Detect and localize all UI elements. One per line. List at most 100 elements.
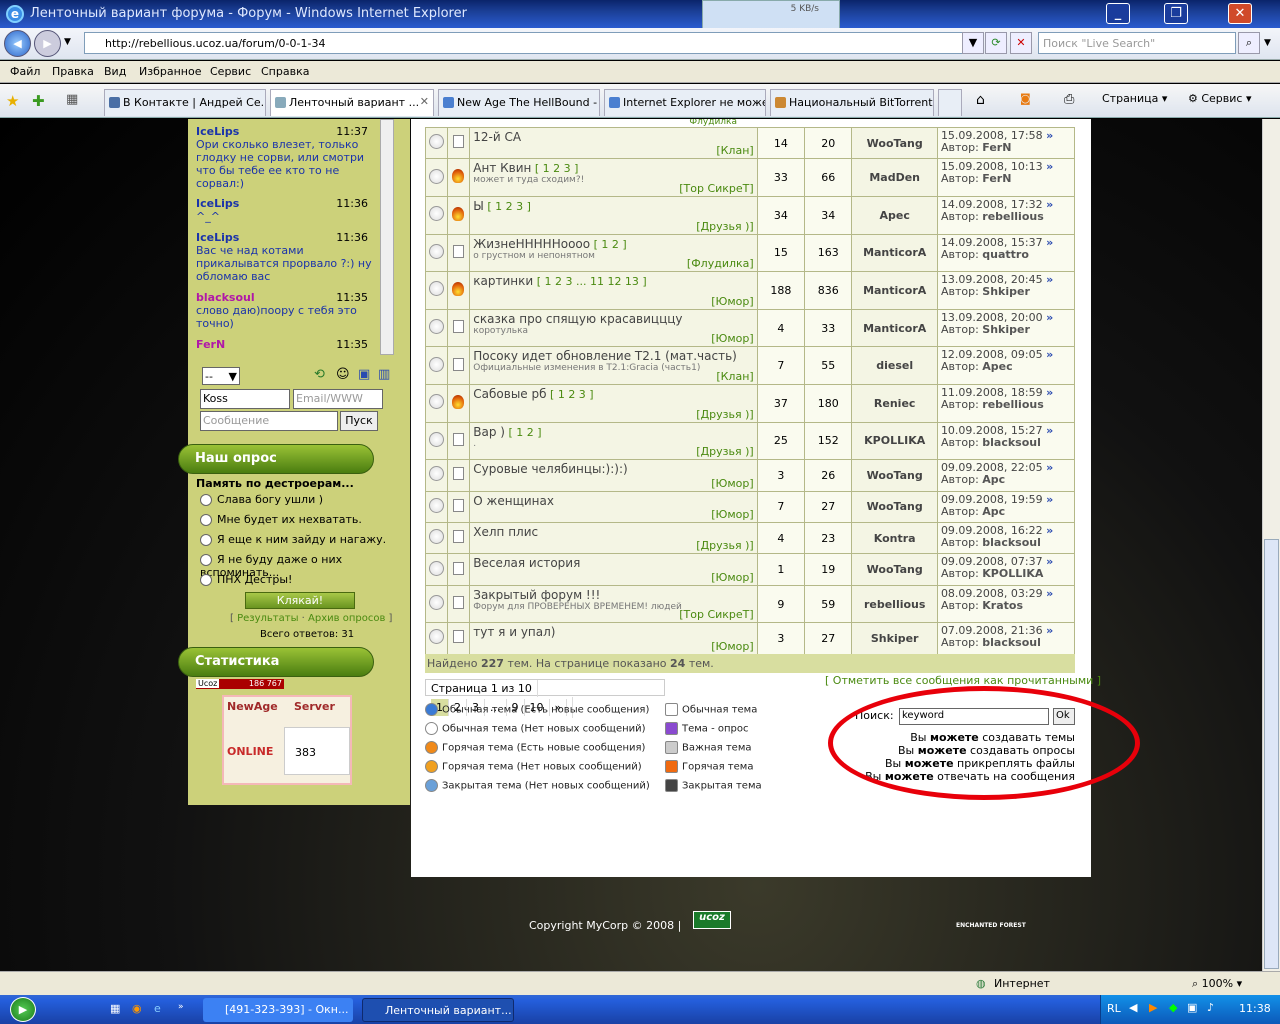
topic-category-link[interactable]: [Юмор]: [711, 508, 753, 521]
topic-author-link[interactable]: diesel: [851, 346, 938, 385]
quicklaunch-icon[interactable]: ▦: [110, 1002, 120, 1015]
mark-read-link[interactable]: [ Отметить все сообщения как прочитанным…: [825, 674, 1101, 687]
forum-search-button[interactable]: Ok: [1053, 708, 1075, 725]
topic-author-link[interactable]: Shkiper: [851, 622, 938, 655]
topic-title-link[interactable]: 12-й СА: [473, 130, 521, 144]
topic-title-link[interactable]: картинки: [473, 274, 533, 288]
go-to-last-post-icon[interactable]: »: [1046, 424, 1053, 437]
last-post-author[interactable]: FerN: [982, 141, 1011, 154]
topic-author-link[interactable]: ManticorA: [851, 233, 938, 273]
chat-name-input[interactable]: Koss: [200, 389, 290, 409]
tab-ie-error[interactable]: Internet Explorer не може...: [604, 89, 766, 116]
poll-option[interactable]: Я не буду даже о них вспоминать...: [200, 553, 410, 579]
topic-author-link[interactable]: MadDen: [851, 158, 938, 197]
topic-author-link[interactable]: WooTang: [851, 490, 938, 523]
chat-message-input[interactable]: Сообщение: [200, 411, 338, 431]
chat-scrollbar[interactable]: [380, 119, 394, 355]
tray-icon[interactable]: ◀: [1129, 1001, 1137, 1014]
topic-title-link[interactable]: Вар ): [473, 425, 505, 439]
topic-title-link[interactable]: Ы: [473, 199, 484, 213]
live-search-input[interactable]: Поиск "Live Search": [1038, 32, 1236, 54]
go-to-last-post-icon[interactable]: »: [1046, 555, 1053, 568]
last-post-author[interactable]: rebellious: [982, 210, 1043, 223]
topic-author-link[interactable]: Kontra: [851, 521, 938, 555]
chat-smile-select[interactable]: -- ▼: [202, 367, 240, 385]
last-post-author[interactable]: FerN: [982, 172, 1011, 185]
poll-archive-link[interactable]: Архив опросов: [308, 613, 385, 624]
go-to-last-post-icon[interactable]: »: [1046, 624, 1053, 637]
tab-bittorrent[interactable]: Национальный BitTorrent...: [770, 89, 934, 116]
last-post-author[interactable]: Apc: [982, 505, 1005, 518]
topic-category-link[interactable]: [Юмор]: [711, 571, 753, 584]
topic-category-link[interactable]: [Клан]: [716, 370, 753, 383]
last-post-author[interactable]: Apc: [982, 473, 1005, 486]
address-input[interactable]: http://rebellious.ucoz.ua/forum/0-0-1-34: [84, 32, 978, 54]
new-tab-button[interactable]: [938, 89, 962, 116]
go-to-last-post-icon[interactable]: »: [1046, 129, 1053, 142]
tab-vkontakte[interactable]: В Контакте | Андрей Се...: [104, 89, 266, 116]
topic-pages[interactable]: [ 1 2 ]: [594, 238, 627, 251]
taskbar-button-icq[interactable]: [491-323-393] - Окн...: [203, 998, 353, 1022]
forum-search-input[interactable]: keyword: [899, 708, 1049, 725]
topic-pages[interactable]: [ 1 2 3 ]: [535, 162, 579, 175]
topic-pages[interactable]: [ 1 2 3 ]: [550, 388, 594, 401]
search-options-icon[interactable]: ▼: [1264, 38, 1271, 48]
tray-volume-icon[interactable]: ♪: [1207, 1001, 1214, 1014]
go-to-last-post-icon[interactable]: »: [1046, 524, 1053, 537]
topic-title-link[interactable]: Закрытый форум !!!: [473, 588, 600, 602]
menu-view[interactable]: Вид: [104, 65, 126, 78]
go-to-last-post-icon[interactable]: »: [1046, 236, 1053, 249]
topic-category-link[interactable]: [Друзья )]: [696, 408, 753, 421]
topic-title-link[interactable]: сказка про спящую красавицццу: [473, 312, 682, 326]
last-post-author[interactable]: Kratos: [982, 599, 1023, 612]
topic-author-link[interactable]: Apec: [851, 195, 938, 235]
topic-title-link[interactable]: тут я и упал): [473, 625, 555, 639]
ucoz-logo[interactable]: ucoz: [693, 911, 731, 929]
chat-email-input[interactable]: Email/WWW: [293, 389, 383, 409]
topic-author-link[interactable]: ManticorA: [851, 308, 938, 348]
topic-author-link[interactable]: Reniec: [851, 383, 938, 423]
minimize-button[interactable]: _: [1106, 3, 1130, 24]
topic-title-link[interactable]: Посоку идет обновление T2.1 (мат.часть): [473, 349, 737, 363]
topic-title-link[interactable]: Хелп плис: [473, 525, 538, 539]
topic-title-link[interactable]: Ант Квин: [473, 161, 531, 175]
topic-category-link[interactable]: [Тор СикреТ]: [679, 608, 753, 621]
last-post-author[interactable]: blacksoul: [982, 436, 1041, 449]
start-button[interactable]: ▶: [10, 997, 36, 1022]
tab-close-icon[interactable]: ✕: [420, 95, 429, 108]
chat-rules-icon[interactable]: ▥: [378, 367, 390, 382]
go-to-last-post-icon[interactable]: »: [1046, 198, 1053, 211]
go-to-last-post-icon[interactable]: »: [1046, 587, 1053, 600]
radio-button[interactable]: [200, 514, 212, 526]
topic-author-link[interactable]: rebellious: [851, 584, 938, 624]
quicklaunch-more-icon[interactable]: »: [178, 1002, 184, 1012]
topic-title-link[interactable]: Веселая история: [473, 556, 580, 570]
quicklaunch-icon[interactable]: ◉: [132, 1002, 142, 1015]
menu-tools[interactable]: Сервис: [210, 65, 251, 78]
history-dropdown-icon[interactable]: ▼: [64, 37, 71, 47]
search-icon[interactable]: ⌕: [1238, 32, 1260, 54]
topic-author-link[interactable]: WooTang: [851, 459, 938, 492]
radio-button[interactable]: [200, 534, 212, 546]
tray-network-icon[interactable]: ▣: [1187, 1001, 1197, 1014]
topic-title-link[interactable]: Сабовые рб: [473, 387, 546, 401]
feeds-icon[interactable]: ◙: [1020, 92, 1031, 105]
radio-button[interactable]: [200, 494, 212, 506]
topic-author-link[interactable]: WooTang: [851, 553, 938, 586]
last-post-author[interactable]: quattro: [982, 248, 1029, 261]
topic-pages[interactable]: [ 1 2 3 ... 11 12 13 ]: [537, 275, 647, 288]
page-menu[interactable]: Страница ▾: [1102, 92, 1167, 105]
topic-author-link[interactable]: ManticorA: [851, 271, 938, 310]
back-button[interactable]: ◀: [4, 30, 31, 57]
chat-send-button[interactable]: Пуск: [340, 411, 378, 431]
go-to-last-post-icon[interactable]: »: [1046, 461, 1053, 474]
last-post-author[interactable]: Shkiper: [982, 323, 1030, 336]
poll-option[interactable]: Слава богу ушли ): [200, 493, 410, 513]
address-dropdown-icon[interactable]: ▼: [962, 32, 984, 54]
topic-category-link[interactable]: [Юмор]: [711, 640, 753, 653]
topic-category-link[interactable]: [Юмор]: [711, 332, 753, 345]
refresh-icon[interactable]: ⟳: [985, 32, 1007, 54]
window-title-bar[interactable]: e Ленточный вариант форума - Форум - Win…: [0, 0, 1280, 28]
smiles-icon[interactable]: ☺: [336, 367, 350, 382]
topic-category-link[interactable]: [Клан]: [716, 144, 753, 157]
